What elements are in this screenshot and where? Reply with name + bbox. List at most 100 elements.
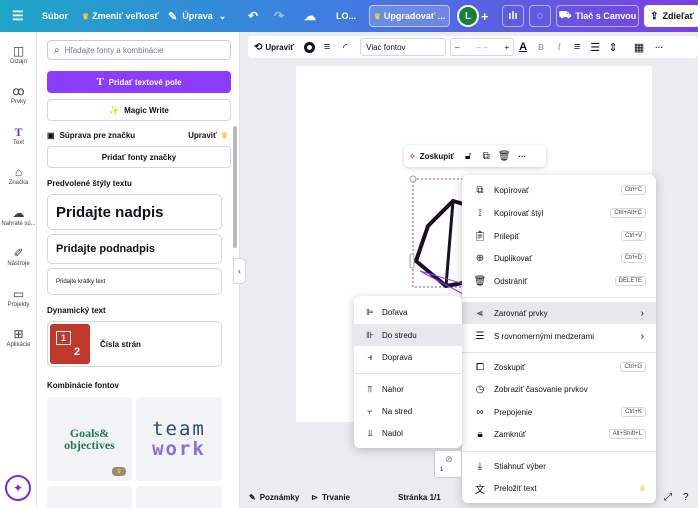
edit-image-button[interactable]: ⟲ Upraviť	[248, 36, 300, 58]
rail-item-projects[interactable]: ▭ Projekty	[0, 286, 37, 308]
menu-item-delete[interactable]: 🗑︎ Odstrániť DELETE	[462, 270, 656, 292]
italic-icon[interactable]: I	[550, 36, 568, 58]
align-right-icon: ⫣	[367, 351, 373, 362]
menu-item-copy-style[interactable]: ⟟ Kopírovať štýl Ctrl+Alt+C	[462, 202, 656, 224]
font-family-select[interactable]: Viac fontov	[360, 38, 447, 56]
cloud-save-icon[interactable]: ☁	[304, 0, 316, 32]
menu-item-duplicate[interactable]: ⊕ Duplikovať Ctrl+D	[462, 247, 656, 269]
share-icon: ⇪	[650, 10, 659, 22]
collapse-panel-button[interactable]: ‹	[233, 258, 246, 284]
insights-button[interactable]: ılı	[502, 5, 524, 27]
editor-toolbar: ⟲ Upraviť ≡ ◜ Viac fontov – – – + A B I ≡ ☰…	[248, 36, 698, 58]
menu-item-copy[interactable]: ⧉ Kopírovať Ctrl+C	[462, 179, 656, 201]
menu-item-link[interactable]: ∞ Prepojenie Ctrl+K	[462, 401, 656, 423]
font-combo-card[interactable]: team work	[136, 397, 222, 481]
fill-color-icon[interactable]	[300, 36, 318, 58]
chevron-right-icon: ›	[640, 330, 644, 342]
corner-rounding-icon[interactable]: ◜	[336, 36, 354, 58]
magic-write-button[interactable]: ✨ Magic Write	[47, 99, 231, 121]
group-button[interactable]: ✧ Zoskupiť	[404, 145, 459, 167]
crown-icon: ♛	[220, 130, 228, 140]
align-middle-option[interactable]: ⫟ Na stred	[354, 400, 462, 422]
upgrade-button[interactable]: ♛ Upgradovať ...	[369, 5, 450, 27]
undo-icon[interactable]: ↶	[248, 0, 258, 32]
more-options-icon[interactable]: ···	[513, 145, 531, 167]
rail-item-apps[interactable]: ⊞ Aplikácie	[0, 326, 37, 348]
menu-item-download-selection[interactable]: ⤓ Stiahnuť výber	[462, 455, 656, 477]
plus-icon[interactable]: +	[504, 43, 509, 52]
add-brand-fonts-button[interactable]: Pridať fonty značky	[47, 146, 231, 168]
font-combo-card[interactable]: Goals& objectives ♛	[47, 397, 132, 481]
layout-icon: ◫	[12, 44, 25, 58]
share-button[interactable]: ⇪ Zdieľať	[644, 5, 698, 27]
list-icon[interactable]: ☰	[586, 36, 604, 58]
brand-kit-edit-link[interactable]: Upraviť	[188, 131, 217, 140]
transparency-icon[interactable]: ▦	[628, 36, 650, 58]
panel-scrollbar[interactable]	[233, 126, 237, 248]
page-counter[interactable]: Stránka 1/1	[398, 486, 441, 508]
rail-item-elements[interactable]: ꝏ Prvky	[0, 83, 37, 105]
rail-item-brand[interactable]: ⌂ Značka	[0, 164, 37, 186]
fullscreen-icon[interactable]: ⤢	[664, 486, 672, 508]
lock-icon[interactable]: 🔓︎	[459, 145, 477, 167]
text-color-icon[interactable]: A	[514, 36, 532, 58]
heading-style-card[interactable]: Pridajte nadpis	[47, 194, 222, 230]
rail-item-text[interactable]: T Text	[0, 124, 37, 146]
duplicate-icon[interactable]: ⧉	[477, 145, 495, 167]
align-bottom-option[interactable]: ⫫ Nadol	[354, 422, 462, 444]
print-button[interactable]: ⛟ Tlač s Canvou	[556, 5, 639, 27]
notes-button[interactable]: ✎ Poznámky	[249, 486, 299, 508]
rail-item-design[interactable]: ◫ Dizajn	[0, 43, 37, 65]
edit-mode-button[interactable]: ✎ Úprava ⌄	[168, 0, 226, 32]
duration-button[interactable]: ⊳ Trvanie	[311, 486, 350, 508]
menu-item-paste[interactable]: 📋︎ Prilepiť Ctrl+V	[462, 225, 656, 247]
file-menu[interactable]: Súbor	[42, 0, 68, 32]
border-style-icon[interactable]: ≡	[318, 36, 336, 58]
align-left-option[interactable]: ⊫ Doľava	[354, 301, 462, 323]
bold-icon[interactable]: B	[532, 36, 550, 58]
line-spacing-icon[interactable]: ⇕	[604, 36, 622, 58]
sparkle-icon: ✦	[12, 481, 24, 495]
download-icon: ⤓	[477, 460, 483, 472]
truck-icon: ⛟	[558, 9, 572, 21]
rail-item-tools[interactable]: ✐ Nástroje	[0, 245, 37, 267]
font-search-input[interactable]: ⌕ Hľadajte fonty a kombinácie	[47, 40, 231, 60]
align-center-option[interactable]: ⊪ Do stredu	[354, 324, 462, 346]
add-collaborator-icon[interactable]: +	[481, 0, 489, 32]
text-icon: T	[14, 125, 23, 139]
brand-kit-row[interactable]: ▣ Súprava pre značku Upraviť ♛	[47, 128, 231, 142]
help-icon[interactable]: ?	[683, 486, 689, 508]
page-numbers-card[interactable]: 1 2 Čísla strán	[47, 321, 222, 367]
chevron-right-icon: ›	[640, 307, 644, 319]
resize-button[interactable]: ♛ Zmeniť veľkosť	[82, 0, 159, 32]
menu-item-lock[interactable]: 🔒︎ Zamknúť Alt+Shift+L	[462, 423, 656, 445]
magic-assistant-button[interactable]: ✦	[5, 475, 31, 501]
redo-icon[interactable]: ↷	[274, 0, 284, 32]
add-text-box-button[interactable]: T Pridať textové pole	[47, 71, 231, 93]
more-options-icon[interactable]: ···	[650, 36, 668, 58]
align-top-option[interactable]: ⫪ Nahor	[354, 378, 462, 400]
font-combo-card[interactable]	[47, 486, 132, 508]
menu-item-even-spacing[interactable]: ☰ S rovnomernými medzerami ›	[462, 325, 656, 347]
rail-item-uploads[interactable]: ☁ Nahraté sú...	[0, 205, 37, 227]
menu-item-timing[interactable]: ◷ Zobraziť časovanie prvkov	[462, 378, 656, 400]
body-text-style-card[interactable]: Pridajte krátky text	[47, 268, 222, 295]
align-right-option[interactable]: ⫣ Doprava	[354, 346, 462, 368]
subheading-style-card[interactable]: Pridajte podnadpis	[47, 234, 222, 264]
trash-icon[interactable]: 🗑︎	[495, 145, 513, 167]
menu-icon[interactable]: ☰	[12, 0, 24, 32]
font-size-stepper[interactable]: – – – +	[450, 38, 515, 56]
dynamic-text-title: Dynamický text	[47, 306, 106, 315]
text-align-icon[interactable]: ≡	[568, 36, 586, 58]
minus-icon[interactable]: –	[455, 43, 459, 52]
comments-button[interactable]: ◌	[529, 5, 551, 27]
menu-item-align-elements[interactable]: ⫷ Zarovnať prvky ›	[462, 302, 656, 324]
menu-item-group[interactable]: ⧠ Zoskupiť Ctrl+G	[462, 356, 656, 378]
footer-bar: ✎ Poznámky ⊳ Trvanie Stránka 1/1 ⤢ ?	[240, 486, 698, 508]
document-title[interactable]: LO...	[336, 0, 356, 32]
page-thumbnail[interactable]: ⊘ 1	[434, 450, 462, 478]
font-combo-card[interactable]	[136, 486, 222, 508]
submenu-divider	[354, 373, 462, 374]
page-numbers-thumbnail: 1 2	[50, 324, 90, 364]
avatar[interactable]: L	[457, 5, 479, 27]
